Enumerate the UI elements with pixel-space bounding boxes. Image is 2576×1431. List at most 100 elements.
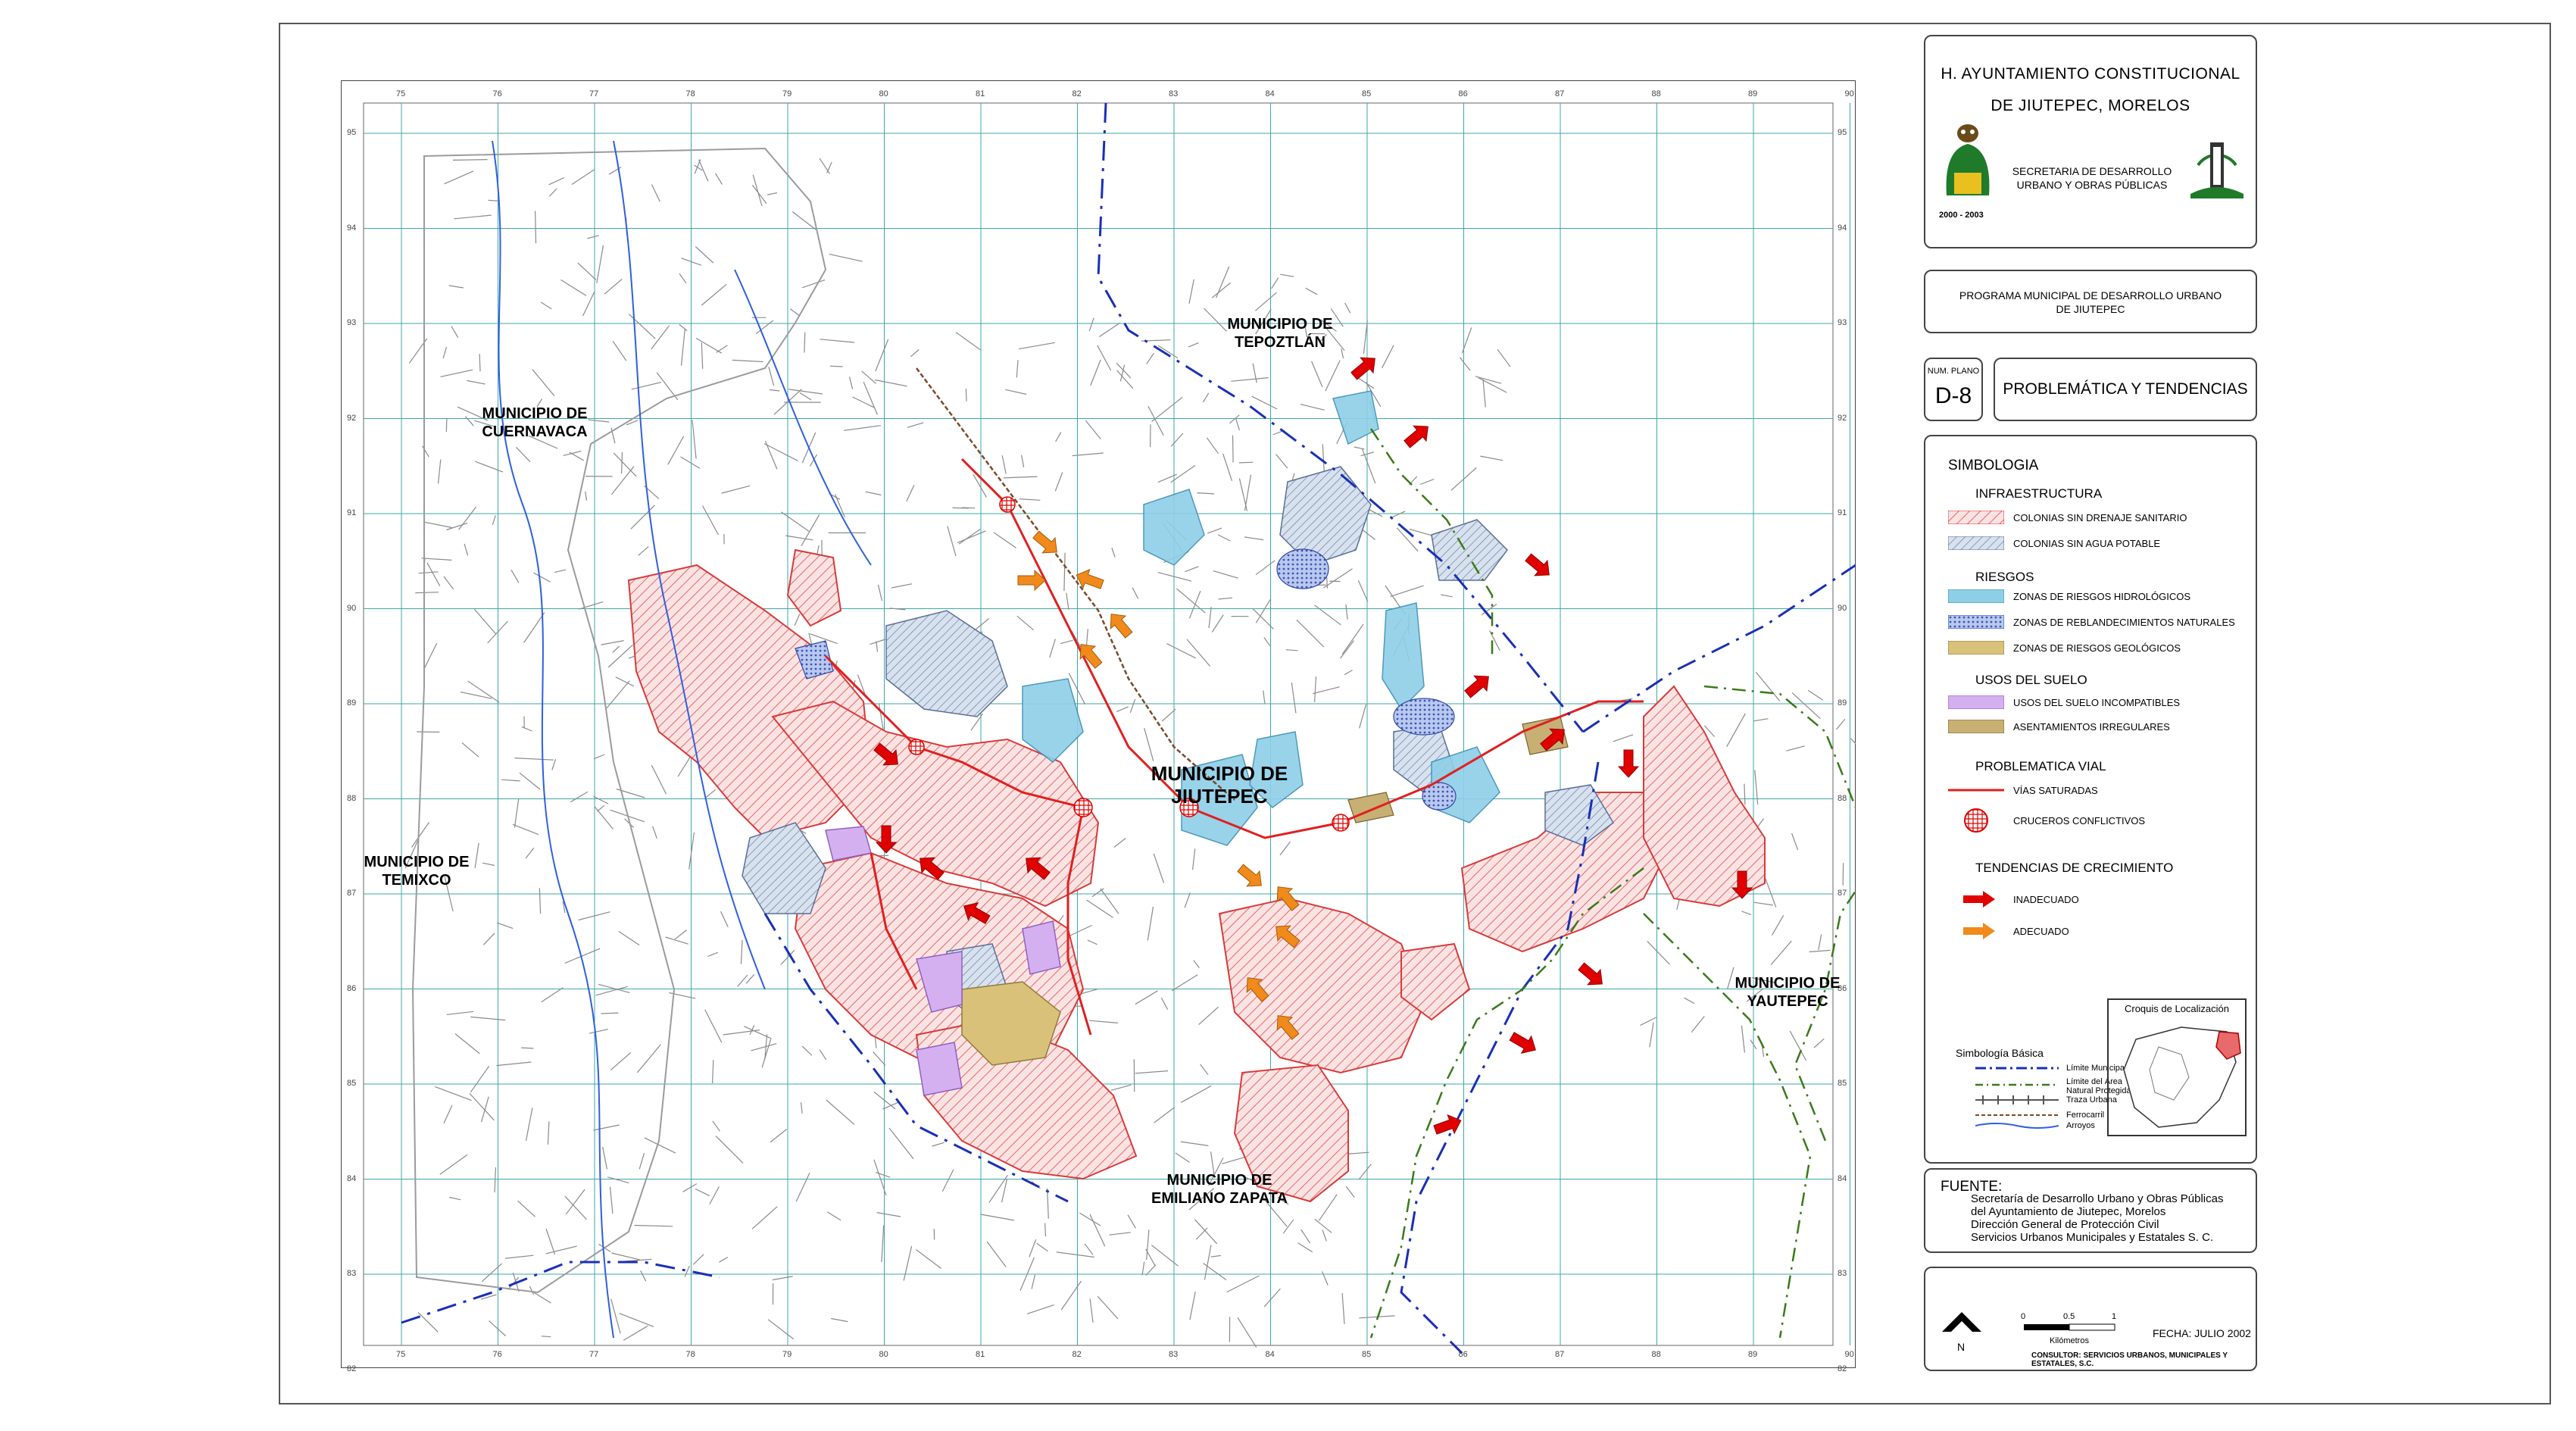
grid-label-x-top: 85: [1362, 89, 1372, 98]
legend-title: SIMBOLOGIA: [1948, 458, 2039, 473]
grid-label-x-top: 80: [879, 89, 888, 98]
label-municipio-temixco: MUNICIPIO DE TEMIXCO: [364, 854, 470, 889]
grid-label-x-top: 76: [492, 89, 502, 98]
legend-item-adequate: ADECUADO: [1948, 923, 2069, 939]
grid-label-x-top: 75: [396, 89, 406, 98]
grid-label-y-left: 84: [347, 1173, 357, 1183]
legend-item-inadequate: INADECUADO: [1948, 891, 2079, 908]
footer-panel: N 0 0.5 1 Kilómetros FECHA: JULIO 2002 C…: [1924, 1267, 2257, 1371]
grid-label-x-bottom: 88: [1651, 1350, 1661, 1359]
grid-label-x-bottom: 87: [1555, 1350, 1565, 1359]
grid-label-x-bottom: 85: [1362, 1350, 1372, 1359]
grid-label-x-bottom: 79: [782, 1350, 792, 1359]
grid-label-x-bottom: 78: [685, 1350, 695, 1359]
grid-label-x-bottom: 86: [1458, 1350, 1468, 1359]
plan-sheet: 75 75 76 76 77 77 78 78 79 79 80 80 81 81 82 82 83 83 84 84…: [279, 23, 2551, 1404]
source-lines: Secretaría de Desarrollo Urbano y Obras …: [1971, 1192, 2224, 1244]
grid-label-x-bottom: 81: [976, 1350, 985, 1359]
label-municipio-cuernavaca: MUNICIPIO DE CUERNAVACA: [482, 405, 588, 440]
plan-number-label: NUM. PLANO: [1927, 367, 1980, 376]
grid-label-x-bottom: 80: [879, 1350, 888, 1359]
basic-stream: Arroyos: [2066, 1121, 2095, 1130]
header-line2: DE JIUTEPEC, MORELOS: [1991, 97, 2190, 114]
grid-label-x-top: 82: [1072, 89, 1082, 98]
locator-state-outline-icon: [2123, 1026, 2241, 1128]
legend-section-riesgos: RIESGOS: [1975, 570, 2034, 584]
grid-label-y-left: 82: [347, 1364, 357, 1373]
legend-panel: SIMBOLOGIA INFRAESTRUCTURA COLONIAS SIN …: [1924, 435, 2257, 1164]
grid-label-y-right: 95: [1838, 128, 1847, 137]
label-municipio-yautepec: MUNICIPIO DE YAUTEPEC: [1735, 975, 1841, 1010]
legend-item-no-water: COLONIAS SIN AGUA POTABLE: [1948, 535, 2160, 551]
grid-label-y-right: 93: [1838, 318, 1847, 327]
legend-section-infraestructura: INFRAESTRUCTURA: [1975, 486, 2103, 501]
legend-section-vial: PROBLEMATICA VIAL: [1975, 759, 2106, 773]
grid-label-x-top: 81: [976, 89, 985, 98]
grid-label-x-top: 88: [1651, 89, 1661, 98]
label-municipio-tepoztlan: MUNICIPIO DE TEPOZTLÁN: [1227, 316, 1333, 351]
grid-label-y-left: 87: [347, 889, 357, 898]
grid-label-y-right: 85: [1838, 1079, 1847, 1088]
grid-label-x-bottom: 77: [589, 1350, 599, 1359]
legend-section-tendencias: TENDENCIAS DE CRECIMIENTO: [1975, 861, 2174, 875]
legend-item-incompatible: USOS DEL SUELO INCOMPATIBLES: [1948, 694, 2180, 711]
dept-line1: SECRETARIA DE DESARROLLO: [2012, 165, 2172, 177]
grid-label-y-right: 88: [1838, 793, 1847, 803]
program-line1: PROGRAMA MUNICIPAL DE DESARROLLO URBANO: [1959, 289, 2222, 302]
grid-label-x-top: 84: [1265, 89, 1275, 98]
header-line1: H. AYUNTAMIENTO CONSTITUCIONAL: [1941, 65, 2240, 83]
legend-item-irregular: ASENTAMIENTOS IRREGULARES: [1948, 718, 2170, 735]
grid-label-x-top: 86: [1458, 89, 1468, 98]
consultant-label: CONSULTOR: SERVICIOS URBANOS, MUNICIPALE…: [2031, 1351, 2228, 1368]
grid-label-x-bottom: 82: [1072, 1350, 1082, 1359]
grid-label-x-top: 79: [782, 89, 792, 98]
scale-bar: [2024, 1323, 2115, 1331]
grid-label-y-left: 83: [347, 1269, 357, 1278]
grid-label-x-top: 77: [589, 89, 599, 98]
street-segment: [452, 159, 488, 161]
street-segment: [1238, 461, 1254, 464]
plan-title: PROBLEMÁTICA Y TENDENCIAS: [2003, 380, 2248, 398]
plan-number-panel: NUM. PLANO D-8: [1924, 358, 1983, 421]
basic-symbology-swatches: [1975, 1067, 2059, 1129]
grid-label-y-left: 90: [347, 603, 357, 613]
grid-label-y-left: 93: [347, 318, 357, 327]
legend-item-geo: ZONAS DE RIESGOS GEOLÓGICOS: [1948, 639, 2181, 656]
north-label: N: [1957, 1341, 1966, 1353]
period-label: 2000 - 2003: [1939, 211, 1984, 220]
street-segment: [829, 365, 843, 367]
plan-number: D-8: [1934, 383, 1972, 408]
ayuntamiento-logo-icon: [1946, 124, 1990, 195]
grid-label-y-left: 94: [347, 223, 357, 233]
grid-label-x-top: 90: [1844, 89, 1854, 98]
grid-label-y-left: 91: [347, 508, 357, 517]
plan-title-panel: PROBLEMÁTICA Y TENDENCIAS: [1994, 358, 2257, 421]
grid-label-y-left: 95: [347, 128, 357, 137]
grid-label-x-top: 83: [1169, 89, 1179, 98]
grid-label-x-bottom: 89: [1748, 1350, 1758, 1359]
grid-label-x-top: 78: [685, 89, 695, 98]
grid-label-x-bottom: 90: [1844, 1350, 1854, 1359]
jiutepec-logo-icon: [2190, 142, 2243, 198]
grid-label-y-right: 90: [1838, 603, 1847, 613]
grid-label-y-right: 87: [1838, 889, 1847, 898]
grid-label-x-bottom: 76: [492, 1350, 502, 1359]
legend-item-saturated: VÍAS SATURADAS: [1948, 784, 2098, 796]
scale-tick-05: 0.5: [2063, 1312, 2075, 1321]
locator-title: Croquis de Localización: [2124, 1003, 2230, 1014]
scale-unit: Kilómetros: [2050, 1336, 2089, 1345]
grid-label-y-left: 89: [347, 698, 357, 708]
grid-label-y-left: 92: [347, 413, 357, 423]
grid-label-y-right: 91: [1838, 508, 1847, 517]
program-panel: PROGRAMA MUNICIPAL DE DESARROLLO URBANO …: [1924, 270, 2257, 333]
arrow-orange-icon: [1963, 923, 1995, 939]
grid-label-y-right: 94: [1838, 223, 1847, 233]
label-municipio-jiutepec: MUNICIPIO DE JIUTEPEC: [1151, 762, 1288, 808]
header-panel: H. AYUNTAMIENTO CONSTITUCIONAL DE JIUTEP…: [1924, 35, 2257, 248]
grid-label-x-bottom: 75: [396, 1350, 406, 1359]
basic-symbology-title: Simbología Básica: [1956, 1047, 2044, 1059]
street-segment: [1232, 435, 1234, 463]
legend-item-no-drainage: COLONIAS SIN DRENAJE SANITARIO: [1948, 509, 2187, 526]
label-municipio-emiliano-zapata: MUNICIPIO DE EMILIANO ZAPATA: [1151, 1172, 1288, 1207]
grid-label-y-right: 89: [1838, 698, 1847, 708]
